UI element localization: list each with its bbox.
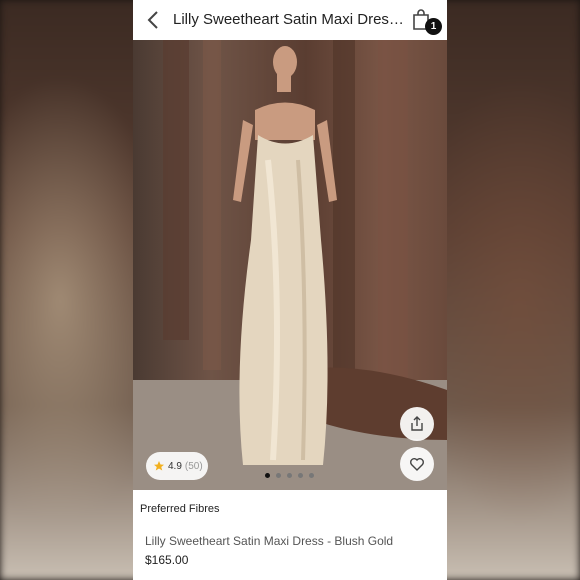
carousel-dot[interactable] (287, 473, 292, 478)
carousel-dot[interactable] (309, 473, 314, 478)
carousel-dot[interactable] (265, 473, 270, 478)
carousel-dots (265, 473, 314, 478)
share-icon (411, 416, 423, 431)
preferred-fibres-badge: Preferred Fibres (133, 496, 227, 522)
carousel-dot[interactable] (298, 473, 303, 478)
heart-icon (410, 458, 424, 471)
carousel-dot[interactable] (276, 473, 281, 478)
wishlist-button[interactable] (400, 447, 434, 481)
back-arrow-icon[interactable] (143, 9, 165, 31)
rating-value: 4.9 (168, 460, 182, 472)
share-button[interactable] (400, 407, 434, 441)
product-name: Lilly Sweetheart Satin Maxi Dress - Blus… (145, 534, 394, 548)
star-icon (154, 461, 164, 471)
rating-count: (50) (184, 460, 203, 472)
bag-count-badge: 1 (425, 18, 442, 35)
page-title: Lilly Sweetheart Satin Maxi Dress... (173, 11, 405, 28)
product-image[interactable]: 4.9 (50) (133, 40, 447, 490)
top-bar: Lilly Sweetheart Satin Maxi Dress... 1 (133, 0, 447, 40)
app-screen: Lilly Sweetheart Satin Maxi Dress... 1 4… (133, 0, 447, 580)
product-price: $165.00 (145, 553, 189, 567)
rating-badge[interactable]: 4.9 (50) (146, 452, 208, 480)
